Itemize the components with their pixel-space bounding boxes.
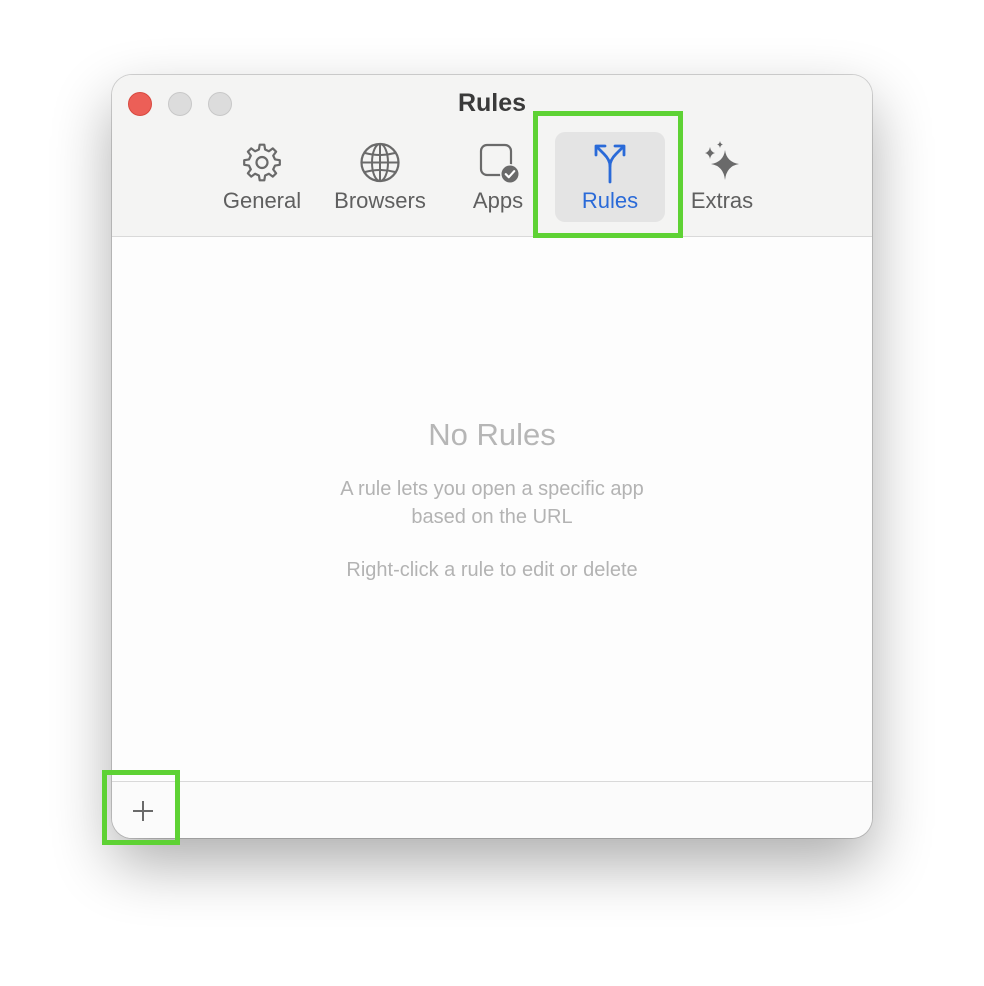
plus-icon <box>124 801 162 833</box>
title-bar: Rules General Browsers Apps Rules Extras <box>112 75 872 237</box>
empty-state-hint: Right-click a rule to edit or delete <box>346 559 638 581</box>
tab-rules[interactable]: Rules <box>555 132 665 222</box>
window-title: Rules <box>457 89 527 117</box>
empty-state-title: No Rules <box>428 417 556 452</box>
tab-apps[interactable]: Apps <box>452 132 544 222</box>
tab-rules-label: Rules <box>581 188 639 213</box>
tab-browsers-label: Browsers <box>334 188 426 213</box>
tab-browsers[interactable]: Browsers <box>324 132 436 222</box>
settings-window: Rules General Browsers Apps Rules Extras… <box>112 75 872 838</box>
empty-state-description-line1: A rule lets you open a specific app <box>340 478 644 500</box>
sparkles-icon <box>699 140 745 186</box>
empty-state-description: A rule lets you open a specific app base… <box>112 475 872 531</box>
bottom-bar <box>112 781 872 838</box>
globe-icon <box>357 140 403 186</box>
tab-apps-label: Apps <box>472 188 524 213</box>
empty-state-description-line2: based on the URL <box>411 506 573 528</box>
app-check-icon <box>475 140 521 186</box>
tab-general[interactable]: General <box>210 132 314 222</box>
tab-general-label: General <box>222 188 302 213</box>
add-rule-button[interactable] <box>124 793 162 829</box>
gear-icon <box>239 140 285 186</box>
tab-extras-label: Extras <box>690 188 754 213</box>
fork-arrows-icon <box>587 140 633 186</box>
tab-extras[interactable]: Extras <box>672 132 772 222</box>
rules-list-area: No Rules A rule lets you open a specific… <box>112 237 872 781</box>
